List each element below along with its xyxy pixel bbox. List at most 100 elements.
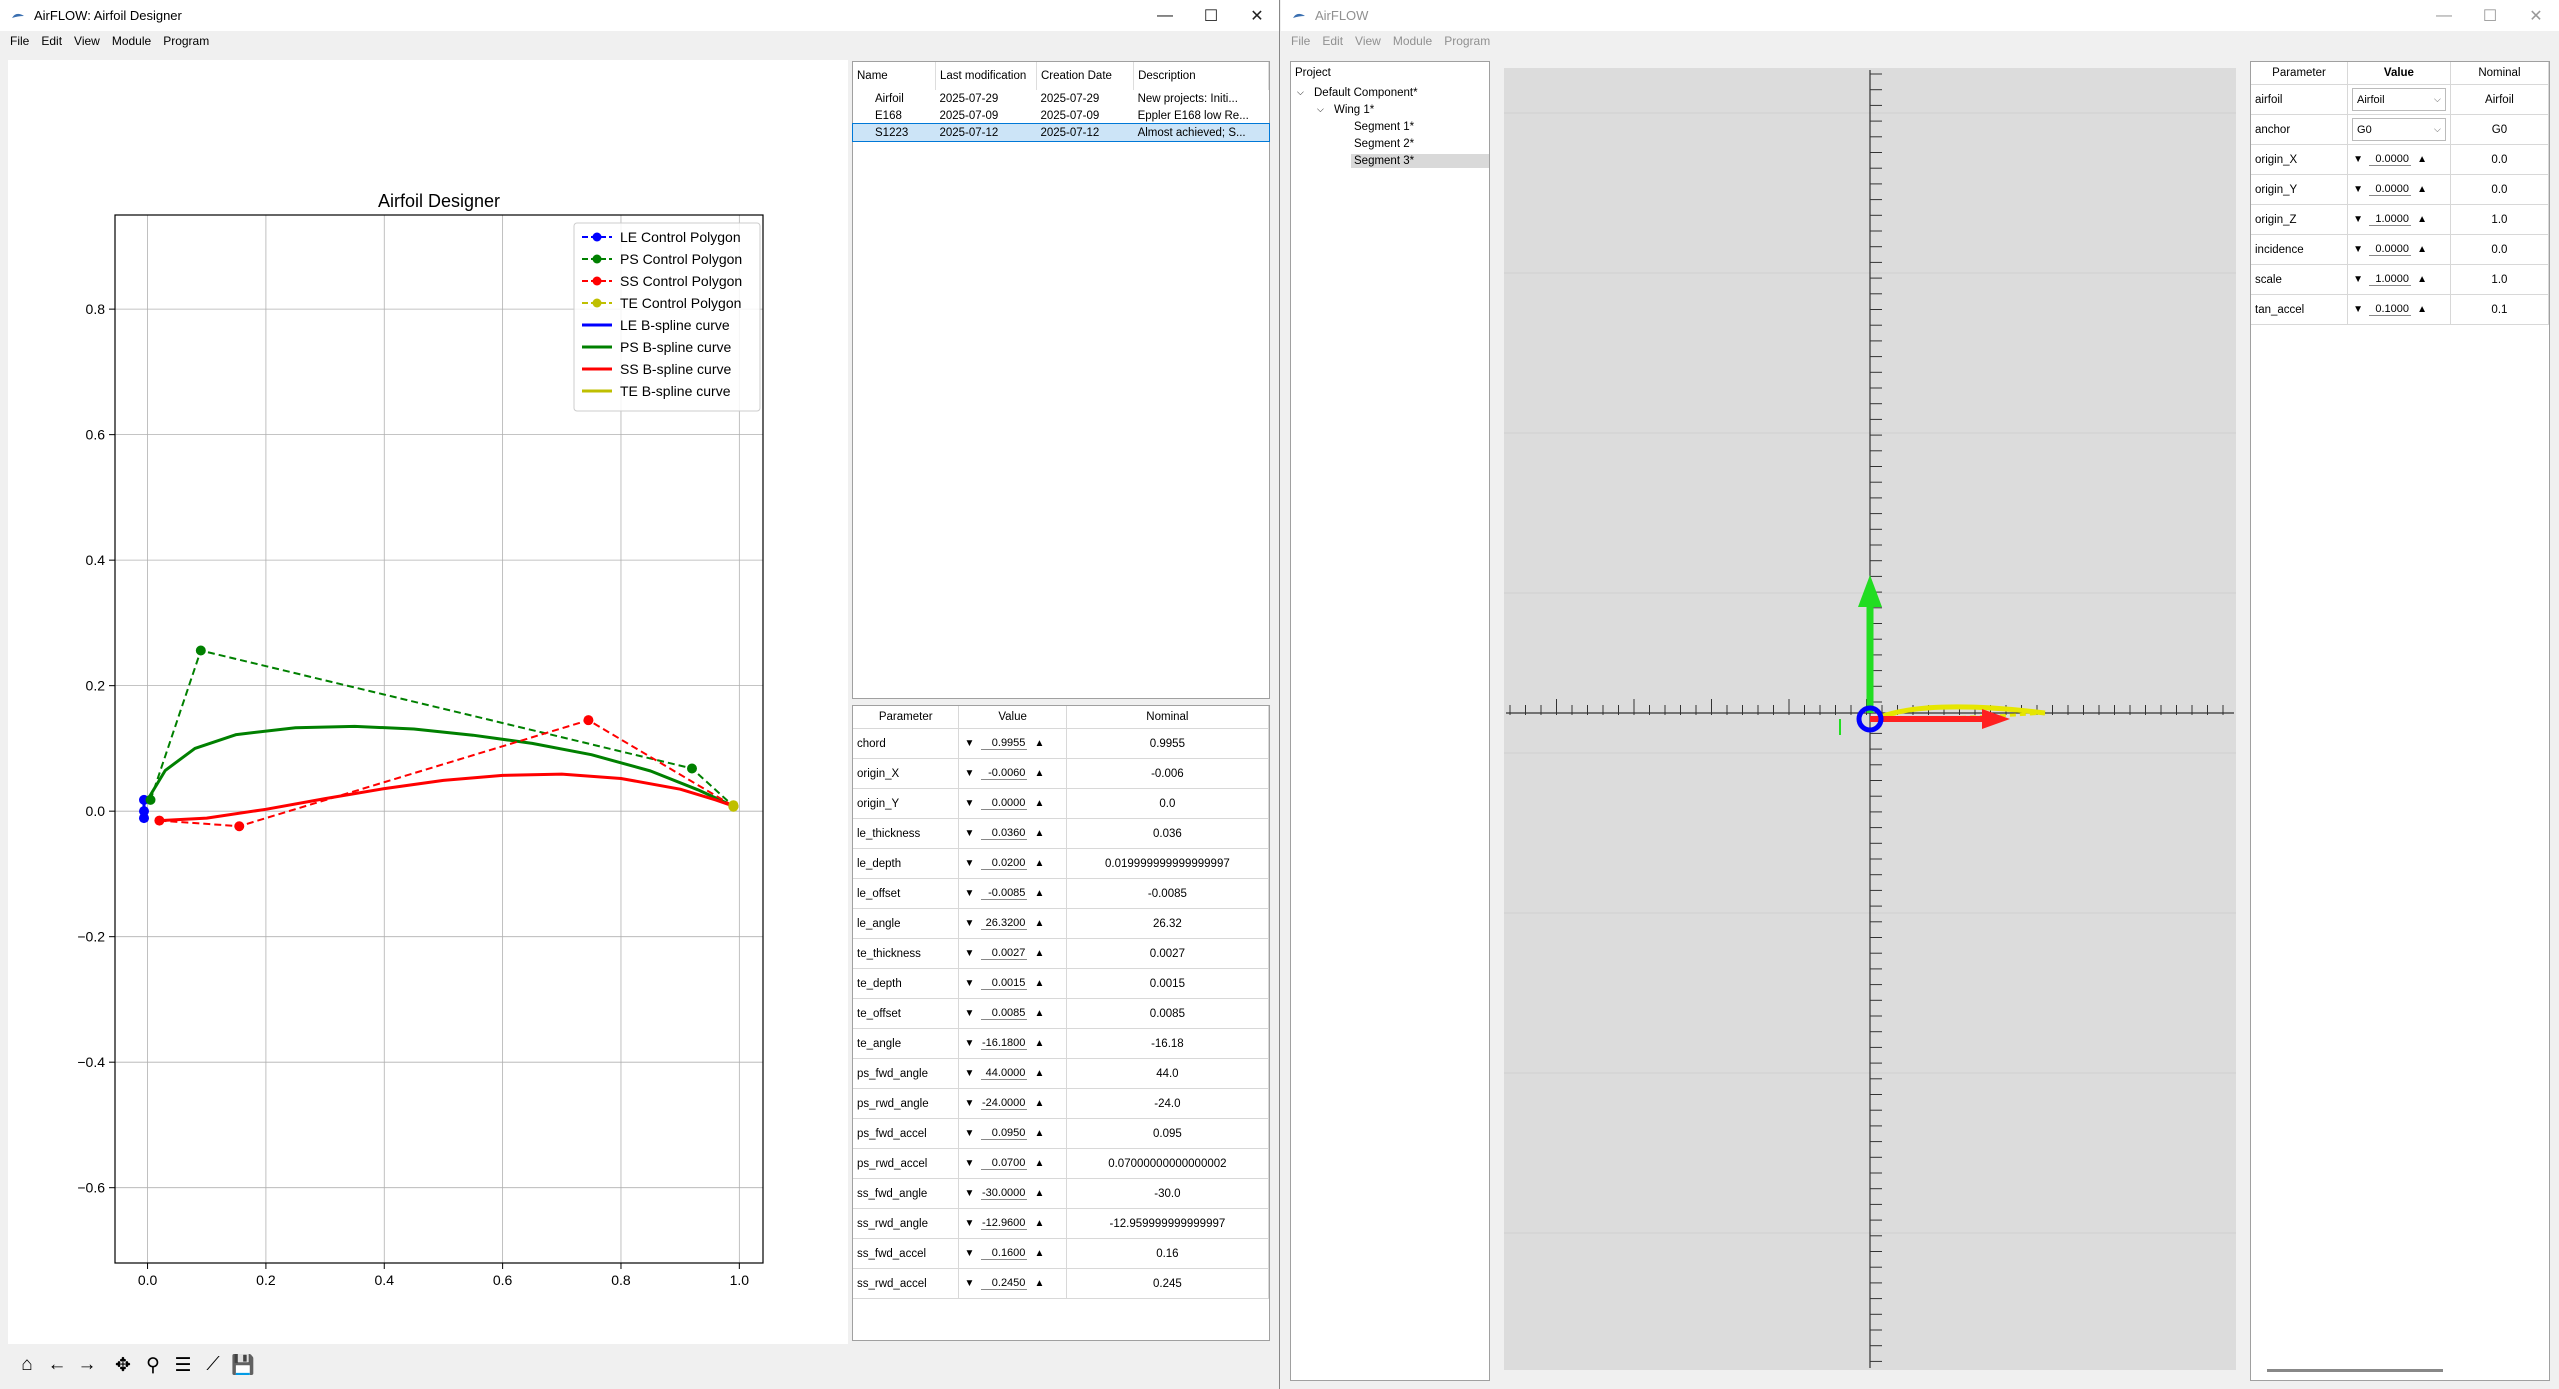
decrement-icon[interactable]: ▼ xyxy=(963,918,975,929)
increment-icon[interactable]: ▲ xyxy=(1033,1068,1045,1079)
value-spinbox[interactable]: ▼ 0.0027 ▲ xyxy=(963,947,1061,960)
column-header[interactable]: Name xyxy=(853,62,936,90)
value-spinbox[interactable]: ▼ 0.0000 ▲ xyxy=(963,797,1061,810)
value-spinbox[interactable]: ▼ -16.1800 ▲ xyxy=(963,1037,1061,1050)
value-field[interactable]: 26.3200 xyxy=(981,917,1028,930)
increment-icon[interactable]: ▲ xyxy=(1033,1188,1045,1199)
column-header[interactable]: Last modification xyxy=(935,62,1037,90)
control-point[interactable] xyxy=(145,794,156,805)
decrement-icon[interactable]: ▼ xyxy=(963,1158,975,1169)
value-spinbox[interactable]: ▼ 0.0000 ▲ xyxy=(2352,153,2446,166)
value-field[interactable]: 0.1000 xyxy=(2369,303,2412,316)
increment-icon[interactable]: ▲ xyxy=(1033,798,1045,809)
value-field[interactable]: -12.9600 xyxy=(981,1217,1028,1230)
expand-chevron-icon[interactable]: ⌵ xyxy=(1317,104,1331,115)
increment-icon[interactable]: ▲ xyxy=(1033,1248,1045,1259)
decrement-icon[interactable]: ▼ xyxy=(963,798,975,809)
increment-icon[interactable]: ▲ xyxy=(2416,304,2428,315)
value-spinbox[interactable]: ▼ 0.0085 ▲ xyxy=(963,1007,1061,1020)
increment-icon[interactable]: ▲ xyxy=(2416,154,2428,165)
value-field[interactable]: -30.0000 xyxy=(981,1187,1028,1200)
viewport-3d[interactable] xyxy=(1504,68,2236,1370)
value-spinbox[interactable]: ▼ 0.0000 ▲ xyxy=(2352,183,2446,196)
increment-icon[interactable]: ▲ xyxy=(2416,214,2428,225)
value-field[interactable]: 0.0085 xyxy=(981,1007,1028,1020)
value-spinbox[interactable]: ▼ -12.9600 ▲ xyxy=(963,1217,1061,1230)
tree-item[interactable]: ⌵ Default Component* xyxy=(1291,84,1489,101)
increment-icon[interactable]: ▲ xyxy=(1033,738,1045,749)
decrement-icon[interactable]: ▼ xyxy=(963,1038,975,1049)
column-header[interactable]: Parameter xyxy=(853,706,960,729)
value-field[interactable]: 1.0000 xyxy=(2369,273,2412,286)
control-point[interactable] xyxy=(154,815,165,826)
value-spinbox[interactable]: ▼ -0.0085 ▲ xyxy=(963,887,1061,900)
column-header[interactable]: Description xyxy=(1133,62,1269,90)
tree-item[interactable]: Segment 1* xyxy=(1291,118,1489,135)
value-field[interactable]: 0.0000 xyxy=(2369,243,2412,256)
decrement-icon[interactable]: ▼ xyxy=(963,1218,975,1229)
increment-icon[interactable]: ▲ xyxy=(1033,918,1045,929)
value-field[interactable]: 0.0950 xyxy=(981,1127,1028,1140)
minimize-icon[interactable]: — xyxy=(2421,0,2467,31)
value-field[interactable]: 0.0000 xyxy=(981,797,1028,810)
increment-icon[interactable]: ▲ xyxy=(1033,1008,1045,1019)
decrement-icon[interactable]: ▼ xyxy=(963,1098,975,1109)
value-field[interactable]: 0.0027 xyxy=(981,947,1028,960)
increment-icon[interactable]: ▲ xyxy=(1033,1128,1045,1139)
control-point[interactable] xyxy=(234,821,245,832)
menu-module[interactable]: Module xyxy=(106,34,157,48)
increment-icon[interactable]: ▲ xyxy=(1033,948,1045,959)
value-spinbox[interactable]: ▼ 0.2450 ▲ xyxy=(963,1277,1061,1290)
value-spinbox[interactable]: ▼ 0.9955 ▲ xyxy=(963,737,1061,750)
menu-view[interactable]: View xyxy=(1349,34,1387,48)
value-field[interactable]: -0.0085 xyxy=(981,887,1028,900)
decrement-icon[interactable]: ▼ xyxy=(963,1008,975,1019)
home-icon[interactable]: ⌂ xyxy=(12,1350,42,1380)
decrement-icon[interactable]: ▼ xyxy=(963,1188,975,1199)
viewport-canvas[interactable] xyxy=(1504,68,2236,1370)
airfoil-plot[interactable]: Airfoil Designer 0.0 0.2 0.4 0.6 0.8 1.0 0.8 0.6… xyxy=(8,60,848,1344)
column-header[interactable]: Parameter xyxy=(2251,62,2349,85)
menu-edit[interactable]: Edit xyxy=(35,34,68,48)
value-spinbox[interactable]: ▼ 1.0000 ▲ xyxy=(2352,213,2446,226)
value-spinbox[interactable]: ▼ 1.0000 ▲ xyxy=(2352,273,2446,286)
increment-icon[interactable]: ▲ xyxy=(1033,1278,1045,1289)
value-field[interactable]: 0.0000 xyxy=(2369,183,2412,196)
decrement-icon[interactable]: ▼ xyxy=(963,738,975,749)
value-spinbox[interactable]: ▼ -24.0000 ▲ xyxy=(963,1097,1061,1110)
value-spinbox[interactable]: ▼ -30.0000 ▲ xyxy=(963,1187,1061,1200)
increment-icon[interactable]: ▲ xyxy=(1033,1098,1045,1109)
save-figure-icon[interactable]: 💾 xyxy=(228,1350,258,1380)
value-field[interactable]: 0.1600 xyxy=(981,1247,1028,1260)
horizontal-scrollbar[interactable] xyxy=(2267,1369,2443,1372)
value-field[interactable]: 1.0000 xyxy=(2369,213,2412,226)
increment-icon[interactable]: ▲ xyxy=(2416,184,2428,195)
table-row[interactable]: E168 2025-07-09 2025-07-09 Eppler E168 low … xyxy=(853,107,1269,124)
value-field[interactable]: -0.0060 xyxy=(981,767,1028,780)
decrement-icon[interactable]: ▼ xyxy=(963,1068,975,1079)
decrement-icon[interactable]: ▼ xyxy=(963,978,975,989)
decrement-icon[interactable]: ▼ xyxy=(963,1128,975,1139)
value-spinbox[interactable]: ▼ -0.0060 ▲ xyxy=(963,767,1061,780)
close-icon[interactable]: ✕ xyxy=(1234,0,1279,31)
chevron-down-icon[interactable]: ⌵ xyxy=(2434,94,2441,105)
expand-chevron-icon[interactable]: ⌵ xyxy=(1297,87,1311,98)
value-spinbox[interactable]: ▼ 26.3200 ▲ xyxy=(963,917,1061,930)
value-dropdown[interactable]: G0 ⌵ xyxy=(2352,118,2446,141)
value-spinbox[interactable]: ▼ 0.0200 ▲ xyxy=(963,857,1061,870)
increment-icon[interactable]: ▲ xyxy=(2416,274,2428,285)
decrement-icon[interactable]: ▼ xyxy=(2352,214,2364,225)
increment-icon[interactable]: ▲ xyxy=(1033,978,1045,989)
value-field[interactable]: 0.0000 xyxy=(2369,153,2412,166)
value-field[interactable]: 0.0015 xyxy=(981,977,1028,990)
increment-icon[interactable]: ▲ xyxy=(1033,828,1045,839)
value-dropdown[interactable]: Airfoil ⌵ xyxy=(2352,88,2446,111)
increment-icon[interactable]: ▲ xyxy=(2416,244,2428,255)
column-header[interactable]: Value xyxy=(2347,62,2451,85)
value-spinbox[interactable]: ▼ 0.0015 ▲ xyxy=(963,977,1061,990)
value-field[interactable]: 0.2450 xyxy=(981,1277,1028,1290)
increment-icon[interactable]: ▲ xyxy=(1033,888,1045,899)
decrement-icon[interactable]: ▼ xyxy=(2352,274,2364,285)
menu-edit[interactable]: Edit xyxy=(1316,34,1349,48)
menu-file[interactable]: File xyxy=(4,34,35,48)
